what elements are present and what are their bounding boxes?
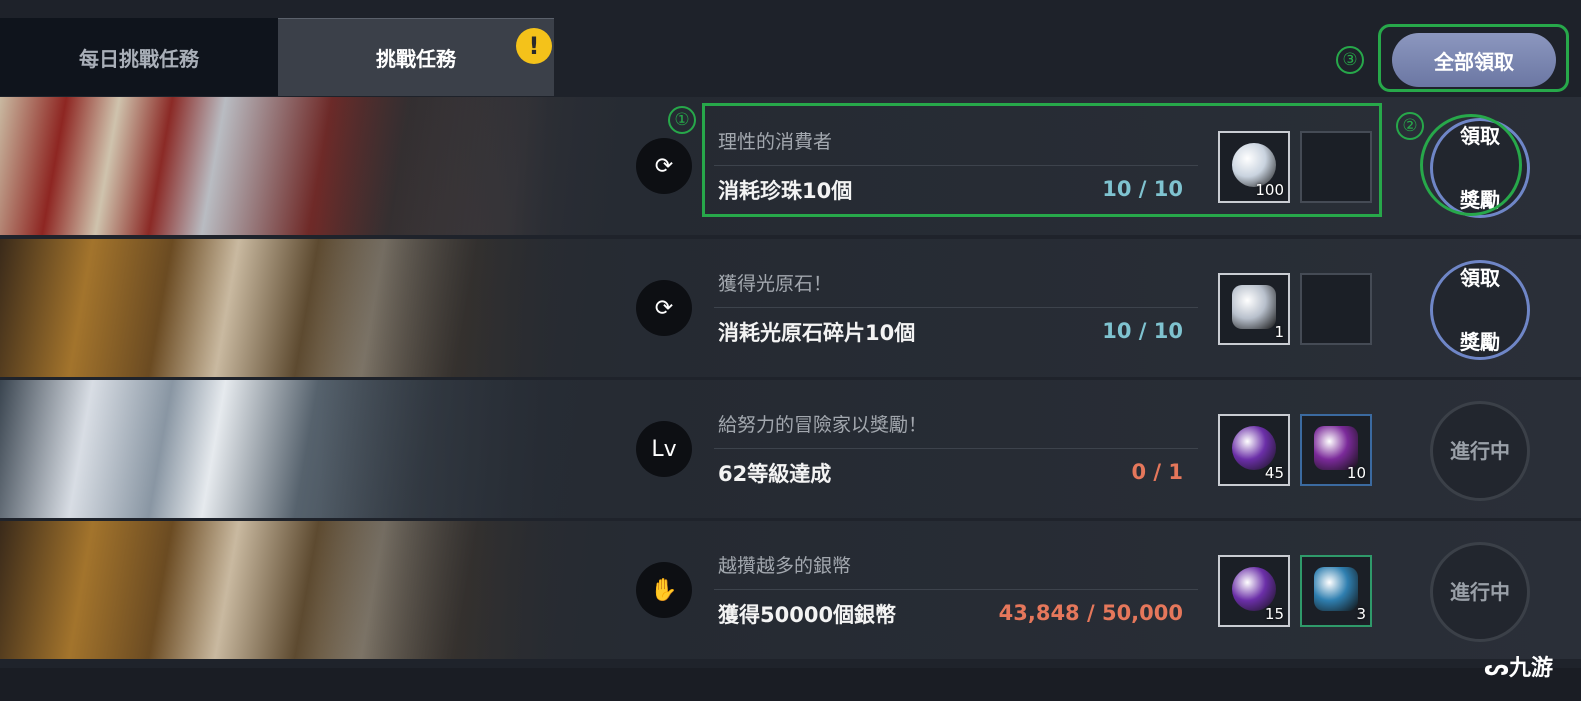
quest-progress: 10 / 10	[1102, 319, 1183, 343]
level-icon: Lv	[636, 421, 692, 477]
annotation-one: ①	[668, 106, 696, 134]
claim-reward-button[interactable]: 領取 獎勵	[1430, 260, 1530, 360]
reward-count: 15	[1264, 605, 1284, 623]
watermark-logo-icon: ᔕ	[1484, 656, 1509, 681]
reward-count: 10	[1346, 464, 1366, 482]
reward-slot[interactable]: 45	[1218, 414, 1290, 486]
tab-daily-challenge[interactable]: 每日挑戰任務	[0, 18, 278, 96]
reward-slot[interactable]: 10	[1300, 414, 1372, 486]
blue-crystal-icon	[1314, 567, 1358, 611]
alert-badge: !	[516, 28, 552, 64]
banner-fade	[320, 521, 650, 659]
annotation-two: ②	[1396, 112, 1424, 140]
reward-count: 1	[1274, 323, 1284, 341]
quest-row: ⟳ 獲得光原石！ 消耗光原石碎片10個 10 / 10 1 領取獎勵	[0, 239, 1581, 377]
reward-count: 45	[1264, 464, 1284, 482]
status-label: 進行中	[1450, 439, 1510, 463]
status-label: 獎勵	[1460, 330, 1500, 354]
quest-progress: 43,848 / 50,000	[998, 601, 1183, 625]
divider	[714, 589, 1198, 590]
annotation-three: ③	[1336, 46, 1364, 74]
banner-fade	[320, 97, 650, 235]
banner-fade	[320, 380, 650, 518]
quest-progress: 0 / 1	[1131, 460, 1183, 484]
reward-slot[interactable]: 3	[1300, 555, 1372, 627]
reward-slot[interactable]: 1	[1218, 273, 1290, 345]
status-label: 領取	[1460, 266, 1500, 290]
status-label: 進行中	[1450, 580, 1510, 604]
in-progress-button[interactable]: 進行中	[1430, 542, 1530, 642]
watermark: ᔕ九游	[1484, 656, 1554, 681]
quest-title: 越攢越多的銀幣	[718, 555, 852, 577]
quest-row: ✋ 越攢越多的銀幣獲得50000個銀幣 43,848 / 50,000 15 3 進行中	[0, 521, 1581, 659]
reward-count: 3	[1356, 605, 1366, 623]
quest-task: 消耗光原石碎片10個	[718, 321, 916, 345]
tab-challenge[interactable]: 挑戰任務	[278, 18, 554, 96]
quest-title: 給努力的冒險家以獎勵！	[718, 414, 928, 436]
hand-icon: ✋	[636, 562, 692, 618]
banner-fade	[320, 239, 650, 377]
refresh-icon: ⟳	[636, 280, 692, 336]
crystal-shard-icon	[1232, 285, 1276, 329]
quest-task: 獲得50000個銀幣	[718, 603, 897, 627]
reward-slot	[1300, 273, 1372, 345]
divider	[714, 448, 1198, 449]
quest-info-highlight	[702, 103, 1382, 217]
in-progress-button[interactable]: 進行中	[1430, 401, 1530, 501]
claim-reward-highlight	[1420, 114, 1522, 216]
quest-task: 62等級達成	[718, 462, 832, 486]
quest-row: Lv 給努力的冒險家以獎勵！ 62等級達成 0 / 1 45 10 進行中	[0, 380, 1581, 518]
claim-all-button[interactable]: 全部領取	[1392, 33, 1556, 87]
quest-title: 獲得光原石！	[718, 273, 833, 295]
refresh-icon: ⟳	[636, 138, 692, 194]
next-row-peek	[0, 668, 1581, 701]
divider	[714, 307, 1198, 308]
reward-slot[interactable]: 15	[1218, 555, 1290, 627]
